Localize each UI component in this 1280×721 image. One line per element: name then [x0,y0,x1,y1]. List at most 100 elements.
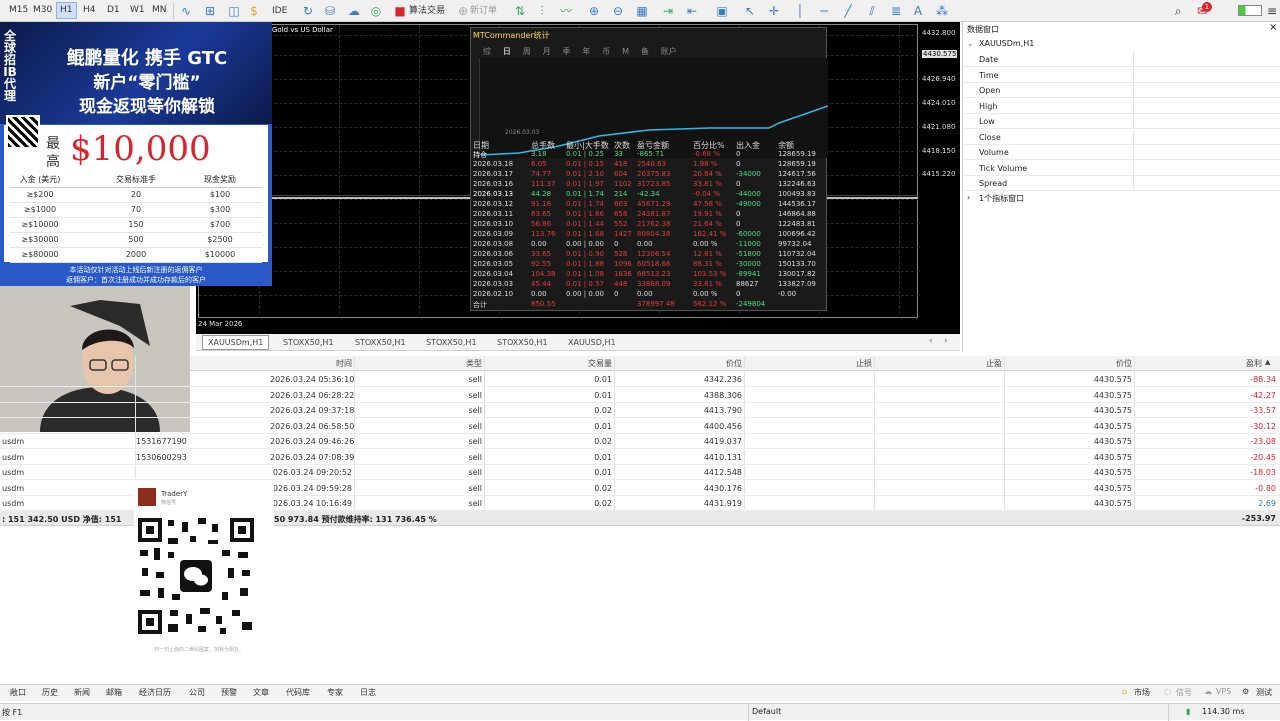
chart-tab-xauusd[interactable]: XAUUSD,H1 [563,335,621,350]
vps-icon[interactable]: ☁ [1204,687,1212,696]
tab-code-base[interactable]: 代码库 [286,687,310,698]
stats-tab[interactable]: 账户 [661,46,677,57]
chart-tab-stoxx50[interactable]: STOXX50,H1 [492,335,553,350]
stats-tab[interactable]: 季 [563,46,571,57]
stop-icon[interactable]: ■ [392,3,408,19]
position-row[interactable]: 2026.03.24 06:28:22 sell 0.01 4388.306 4430.… [0,388,1280,403]
position-row[interactable]: usdm 026.03.24 09:20:52 sell 0.01 4412.548 44… [0,465,1280,480]
candles-icon[interactable]: ⫶ [534,3,550,19]
history-icon[interactable]: ↻ [300,3,316,19]
text-icon[interactable]: A [910,3,926,19]
tab-exposure[interactable]: 敞口 [10,687,26,698]
tab-vps[interactable]: VPS [1216,687,1231,696]
cloud-icon[interactable]: ☁ [346,3,362,19]
tf-d1[interactable]: D1 [104,2,123,19]
tab-experts[interactable]: 专家 [327,687,343,698]
menu-icon[interactable]: ≡ [1264,3,1280,19]
status-profile[interactable]: Default [752,707,781,716]
tab-mailbox[interactable]: 邮箱 [106,687,122,698]
tab-signals[interactable]: 信号 [1176,687,1192,698]
chart-tab-xauusdm[interactable]: XAUUSDm,H1 [202,335,270,350]
col-price[interactable]: 价位 [680,356,742,371]
cursor-icon[interactable]: ↖ [742,3,758,19]
line-chart-icon[interactable]: 〰 [558,3,574,19]
tab-journal[interactable]: 日志 [360,687,376,698]
close-icon[interactable]: × [1269,22,1277,33]
tab-scroll-left-icon[interactable]: ‹ [929,336,933,346]
tab-alerts[interactable]: 预警 [221,687,237,698]
stats-tab[interactable]: M [622,47,629,56]
market-icon[interactable]: ⌂ [1122,687,1127,696]
collapse-icon[interactable]: ⌄ [967,39,974,48]
col-tp[interactable]: 止盈 [950,356,1002,371]
position-row[interactable]: 2026.03.24 06:58:50 sell 0.01 4400.456 4430.… [0,419,1280,434]
tab-history[interactable]: 历史 [42,687,58,698]
zoom-in-icon[interactable]: ⊕ [586,3,602,19]
channel-icon[interactable]: ⫽ [864,3,880,19]
tf-h4[interactable]: H4 [80,2,99,19]
position-row[interactable]: 2026.03.24 09:37:18 sell 0.02 4413.790 4430.… [0,403,1280,418]
tab-articles[interactable]: 文章 [253,687,269,698]
templates-icon[interactable]: ◫ [226,3,242,19]
tf-w1[interactable]: W1 [127,2,148,19]
trendline-icon[interactable]: ╱ [840,3,856,19]
algo-trading-button[interactable]: 算法交易 [409,3,445,19]
tf-m30[interactable]: M30 [30,2,55,19]
chart-shift-icon[interactable]: ⇤ [684,3,700,19]
autoscroll-icon[interactable]: ⇥ [660,3,676,19]
chart-tab-stoxx50[interactable]: STOXX50,H1 [350,335,411,350]
stats-tab[interactable]: 月 [543,46,551,57]
stats-tab[interactable]: 年 [582,46,590,57]
tf-m15[interactable]: M15 [6,2,31,19]
stats-tab[interactable]: 币 [602,46,610,57]
tf-mn[interactable]: MN [149,2,170,19]
zoom-out-icon[interactable]: ⊖ [610,3,626,19]
tab-market[interactable]: 市场 [1134,687,1150,698]
indicators-icon[interactable]: ⊞ [202,3,218,19]
tab-news[interactable]: 新闻 [74,687,90,698]
horizontal-line-icon[interactable]: ─ [816,3,832,19]
screenshot-icon[interactable]: ▣ [714,3,730,19]
mtcommander-stats-panel[interactable]: MTCommander统计 综 日 周 月 季 年 币 M 备 账户 2026.… [470,27,829,311]
vertical-line-icon[interactable]: │ [792,3,808,19]
stats-tab[interactable]: 周 [523,46,531,57]
chart-tab-stoxx50[interactable]: STOXX50,H1 [421,335,482,350]
col-sl[interactable]: 止损 [820,356,872,371]
price-axis[interactable]: 4432.800 4430.575 4426.940 4424.010 4421… [918,22,960,334]
grid-icon[interactable]: ▦ [634,3,650,19]
sort-icon[interactable]: ▲ [1265,358,1270,366]
expand-icon[interactable]: › [967,193,970,202]
stats-tab-active[interactable]: 日 [503,46,511,57]
col-current-price[interactable]: 价位 [1080,356,1132,371]
col-time[interactable]: 时间 [290,356,352,371]
position-row[interactable]: usdm 1531677190 2026.03.24 09:46:26 sell 0.0… [0,434,1280,449]
signals-icon[interactable]: ◌ [1164,687,1171,696]
tab-economic-calendar[interactable]: 经济日历 [139,687,171,698]
tab-company[interactable]: 公司 [189,687,205,698]
stats-tab[interactable]: 备 [641,46,649,57]
position-row[interactable]: 2026.03.24 05:36:10 sell 0.01 4342.236 4430.… [0,372,1280,387]
shapes-icon[interactable]: ⁂ [934,3,950,19]
chart-type-icon[interactable]: ∿ [178,3,194,19]
tab-scroll-right-icon[interactable]: › [944,336,948,346]
database-icon[interactable]: ⛁ [322,3,338,19]
bar-chart-icon[interactable]: ⇅ [512,3,528,19]
tf-h1[interactable]: H1 [56,2,77,19]
data-window-panel[interactable]: 数据窗口 × ⌄ XAUUSDm,H1 Date Time Open High Low C… [962,22,1280,352]
tester-icon[interactable]: ⚙ [1242,687,1249,696]
col-type[interactable]: 类型 [440,356,482,371]
search-icon[interactable]: ⌕ [1170,3,1186,19]
new-order-button[interactable]: 新订单 [470,3,497,19]
fibonacci-icon[interactable]: ≣ [888,3,904,19]
new-order-icon[interactable]: ⊕ [455,3,471,19]
crosshair-icon[interactable]: ✛ [766,3,782,19]
position-row[interactable]: usdm 1530600293 2026.03.24 07:08:39 sell 0.0… [0,450,1280,465]
stats-tab[interactable]: 综 [483,46,491,57]
dollar-icon[interactable]: $ [246,3,262,19]
ide-button[interactable]: IDE [272,3,287,19]
tab-tester[interactable]: 测试 [1256,687,1272,698]
globe-icon[interactable]: ◎ [368,3,384,19]
col-profit[interactable]: 盈利 [1210,356,1262,371]
col-volume[interactable]: 交易量 [560,356,612,371]
chart-tab-stoxx50[interactable]: STOXX50,H1 [278,335,339,350]
